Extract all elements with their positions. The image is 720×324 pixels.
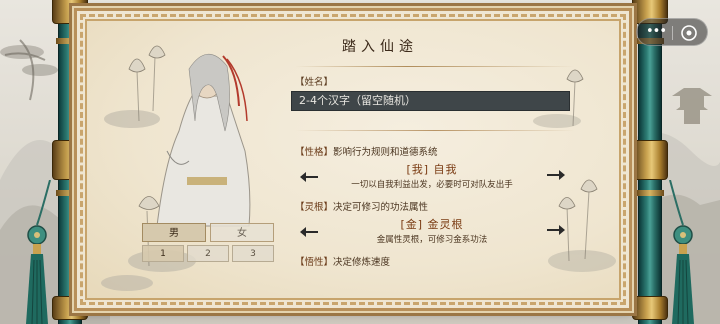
gender-male-button[interactable]: 男 <box>142 223 206 242</box>
gender-female-button[interactable]: 女 <box>210 223 274 242</box>
spirit-root-next-arrow-icon[interactable] <box>545 224 567 236</box>
right-tassel-ornament <box>669 180 694 324</box>
name-input[interactable]: 2-4个汉字（留空随机） <box>291 91 570 111</box>
aptitude-label: 【悟性】 <box>295 257 334 268</box>
portrait-slot-1-button[interactable]: 1 <box>142 245 184 262</box>
name-label: 【姓名】 <box>295 77 334 88</box>
personality-description: 影响行为规则和道德系统 <box>333 147 438 158</box>
portrait-slot-3-button[interactable]: 3 <box>232 245 274 262</box>
spirit-root-description: 决定可修习的功法属性 <box>333 202 429 213</box>
personality-next-arrow-icon[interactable] <box>545 169 567 181</box>
right-scroll-roller <box>630 0 670 324</box>
personality-selected-title: [我] 自我 <box>406 163 458 176</box>
title-divider <box>295 66 575 67</box>
spirit-root-selected-desc: 金属性灵根，可修习金系功法 <box>376 235 488 245</box>
section-divider <box>295 130 575 131</box>
aptitude-section-header: 【悟性】决定修炼速度 <box>295 254 390 268</box>
spirit-root-section-header: 【灵根】决定可修习的功法属性 <box>295 199 428 213</box>
target-close-icon[interactable] <box>680 24 698 42</box>
portrait-slot-2-button[interactable]: 2 <box>187 245 229 262</box>
spirit-root-selected-title: [金] 金灵根 <box>400 218 464 231</box>
more-dots-icon[interactable]: ••• <box>644 23 668 43</box>
page-title: 踏入仙途 <box>342 39 418 55</box>
personality-label: 【性格】 <box>295 147 334 158</box>
personality-selected-desc: 一切以自我利益出发，必要时可对队友出手 <box>351 180 513 190</box>
left-tassel-ornament <box>26 180 51 324</box>
mini-program-capsule: ••• <box>636 18 708 46</box>
character-portrait <box>156 53 251 227</box>
aptitude-description: 决定修炼速度 <box>333 257 391 268</box>
spirit-root-label: 【灵根】 <box>295 202 334 213</box>
personality-section-header: 【性格】影响行为规则和道德系统 <box>295 144 438 158</box>
